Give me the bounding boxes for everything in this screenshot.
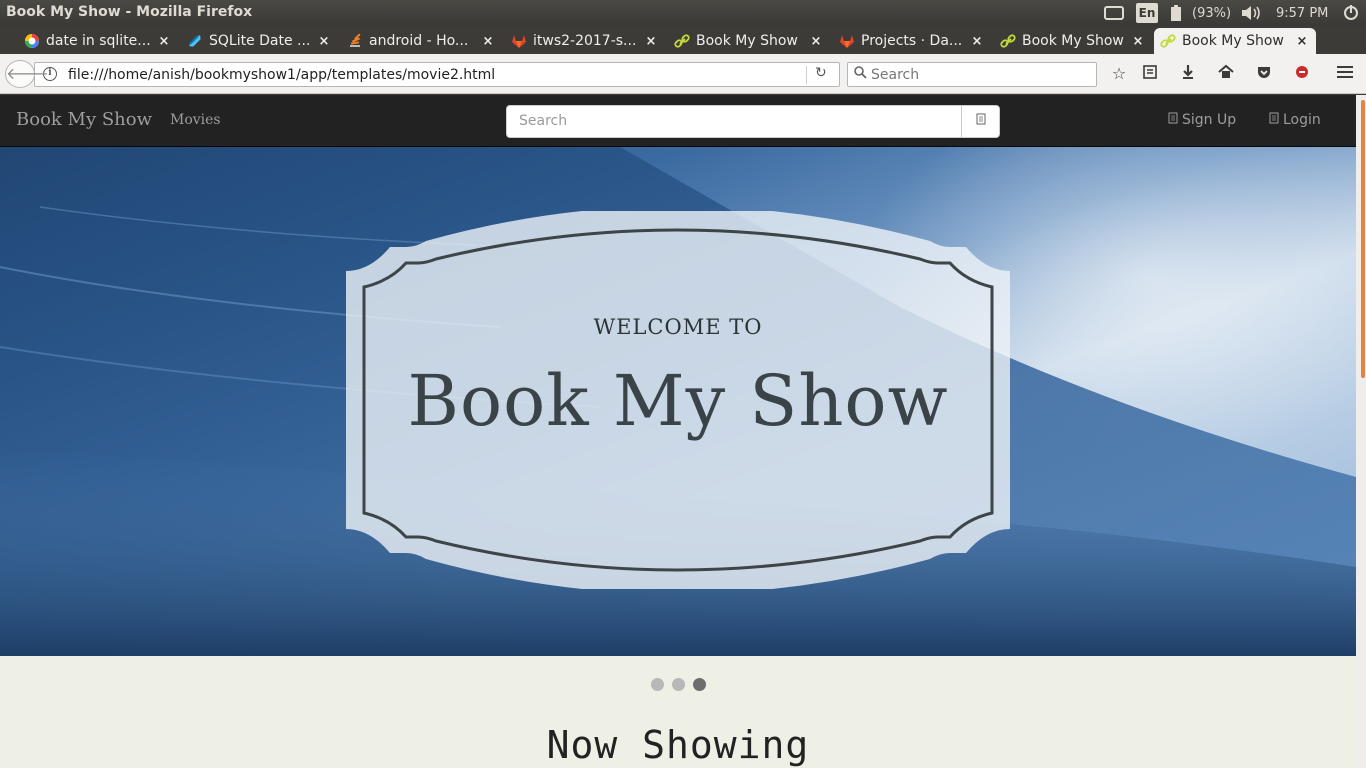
site-navbar: Book My Show Movies Search Sign Up Login — [0, 95, 1356, 147]
tab-date-in-sqlite[interactable]: date in sqlite... × — [18, 28, 178, 54]
tab-label: date in sqlite... — [46, 33, 151, 49]
tab-close-icon[interactable]: × — [316, 34, 332, 49]
tab-book-my-show-active[interactable]: Book My Show × — [1154, 28, 1316, 54]
clock[interactable]: 9:57 PM — [1276, 3, 1328, 23]
page-scrollbar-thumb[interactable] — [1361, 100, 1365, 378]
url-text[interactable]: file:///home/anish/bookmyshow1/app/templ… — [68, 67, 495, 83]
tab-label: Book My Show — [696, 33, 798, 49]
tab-close-icon[interactable]: × — [808, 34, 824, 49]
gitlab-icon — [839, 33, 855, 49]
tab-book-my-show-1[interactable]: Book My Show × — [668, 28, 830, 54]
tab-close-icon[interactable]: × — [156, 34, 172, 49]
site-search-button[interactable] — [961, 105, 1000, 138]
browser-search-bar[interactable]: Search — [847, 62, 1097, 87]
tab-label: SQLite Date ... — [209, 33, 311, 49]
tab-label: itws2-2017-s... — [533, 33, 637, 49]
site-brand[interactable]: Book My Show — [16, 109, 152, 130]
power-gear-icon[interactable] — [1342, 3, 1360, 23]
tab-label: android - Ho... — [369, 33, 469, 49]
carousel-indicator-1[interactable] — [651, 678, 664, 691]
link-icon — [1000, 33, 1016, 49]
login-link[interactable]: Login — [1269, 112, 1321, 128]
browser-navbar: i file:///home/anish/bookmyshow1/app/tem… — [0, 54, 1366, 94]
hero-carousel-slide[interactable]: WELCOME TO Book My Show — [0, 147, 1356, 656]
url-bar[interactable]: i file:///home/anish/bookmyshow1/app/tem… — [34, 62, 840, 87]
os-top-panel: Book My Show - Mozilla Firefox En (93%) … — [0, 0, 1366, 26]
battery-percent: (93%) — [1192, 5, 1232, 21]
tab-strip: date in sqlite... × SQLite Date ... × an… — [0, 26, 1366, 76]
home-icon[interactable] — [1215, 64, 1237, 84]
keyboard-layout-indicator[interactable]: En — [1136, 3, 1158, 23]
search-icon — [854, 66, 867, 83]
reload-icon[interactable]: ↻ — [815, 65, 827, 81]
nav-movies-link[interactable]: Movies — [170, 112, 221, 128]
window-title: Book My Show - Mozilla Firefox — [6, 4, 253, 20]
signup-link[interactable]: Sign Up — [1168, 112, 1236, 128]
login-icon — [1269, 112, 1279, 127]
login-label: Login — [1283, 112, 1321, 128]
tab-close-icon[interactable]: × — [1130, 34, 1146, 49]
site-search-placeholder: Search — [519, 113, 568, 129]
user-icon — [1168, 112, 1178, 127]
now-showing-heading: Now Showing — [546, 723, 810, 767]
hero-title: Book My Show — [407, 360, 949, 442]
tab-projects[interactable]: Projects · Da... × — [833, 28, 991, 54]
extension-icon[interactable] — [1291, 64, 1313, 84]
tab-sqlite-date[interactable]: SQLite Date ... × — [181, 28, 338, 54]
google-icon — [24, 33, 40, 49]
reading-list-icon[interactable] — [1139, 64, 1161, 84]
page-viewport: Book My Show Movies Search Sign Up Login — [0, 95, 1356, 768]
tab-book-my-show-2[interactable]: Book My Show × — [994, 28, 1152, 54]
tab-label: Book My Show — [1182, 33, 1284, 49]
screen-icon[interactable] — [1104, 3, 1124, 23]
pocket-icon[interactable] — [1253, 64, 1275, 84]
carousel-indicator-2[interactable] — [672, 678, 685, 691]
menu-icon[interactable] — [1334, 64, 1356, 84]
tab-android-how[interactable]: android - Ho... × — [341, 28, 502, 54]
site-search-input[interactable]: Search — [506, 105, 962, 138]
search-placeholder: Search — [871, 67, 920, 83]
stackoverflow-icon — [347, 33, 363, 49]
sqlite-icon — [187, 33, 203, 49]
bookmark-star-icon[interactable]: ☆ — [1108, 64, 1130, 84]
tab-close-icon[interactable]: × — [480, 34, 496, 49]
search-glyph-icon — [976, 113, 985, 125]
tab-close-icon[interactable]: × — [969, 34, 985, 49]
tab-close-icon[interactable]: × — [643, 34, 659, 49]
link-icon — [1160, 33, 1176, 49]
battery-icon[interactable] — [1170, 3, 1182, 23]
carousel-indicator-3[interactable] — [693, 678, 706, 691]
tab-label: Book My Show — [1022, 33, 1124, 49]
volume-icon[interactable] — [1240, 3, 1262, 23]
tab-close-icon[interactable]: × — [1294, 34, 1310, 49]
gitlab-icon — [511, 33, 527, 49]
url-divider — [806, 66, 807, 84]
back-button[interactable]: 🡐 — [5, 60, 49, 88]
signup-label: Sign Up — [1182, 112, 1237, 128]
download-icon[interactable] — [1177, 64, 1199, 84]
tab-label: Projects · Da... — [861, 33, 963, 49]
tab-itws2[interactable]: itws2-2017-s... × — [505, 28, 665, 54]
link-icon — [674, 33, 690, 49]
welcome-text: WELCOME TO — [593, 315, 763, 339]
